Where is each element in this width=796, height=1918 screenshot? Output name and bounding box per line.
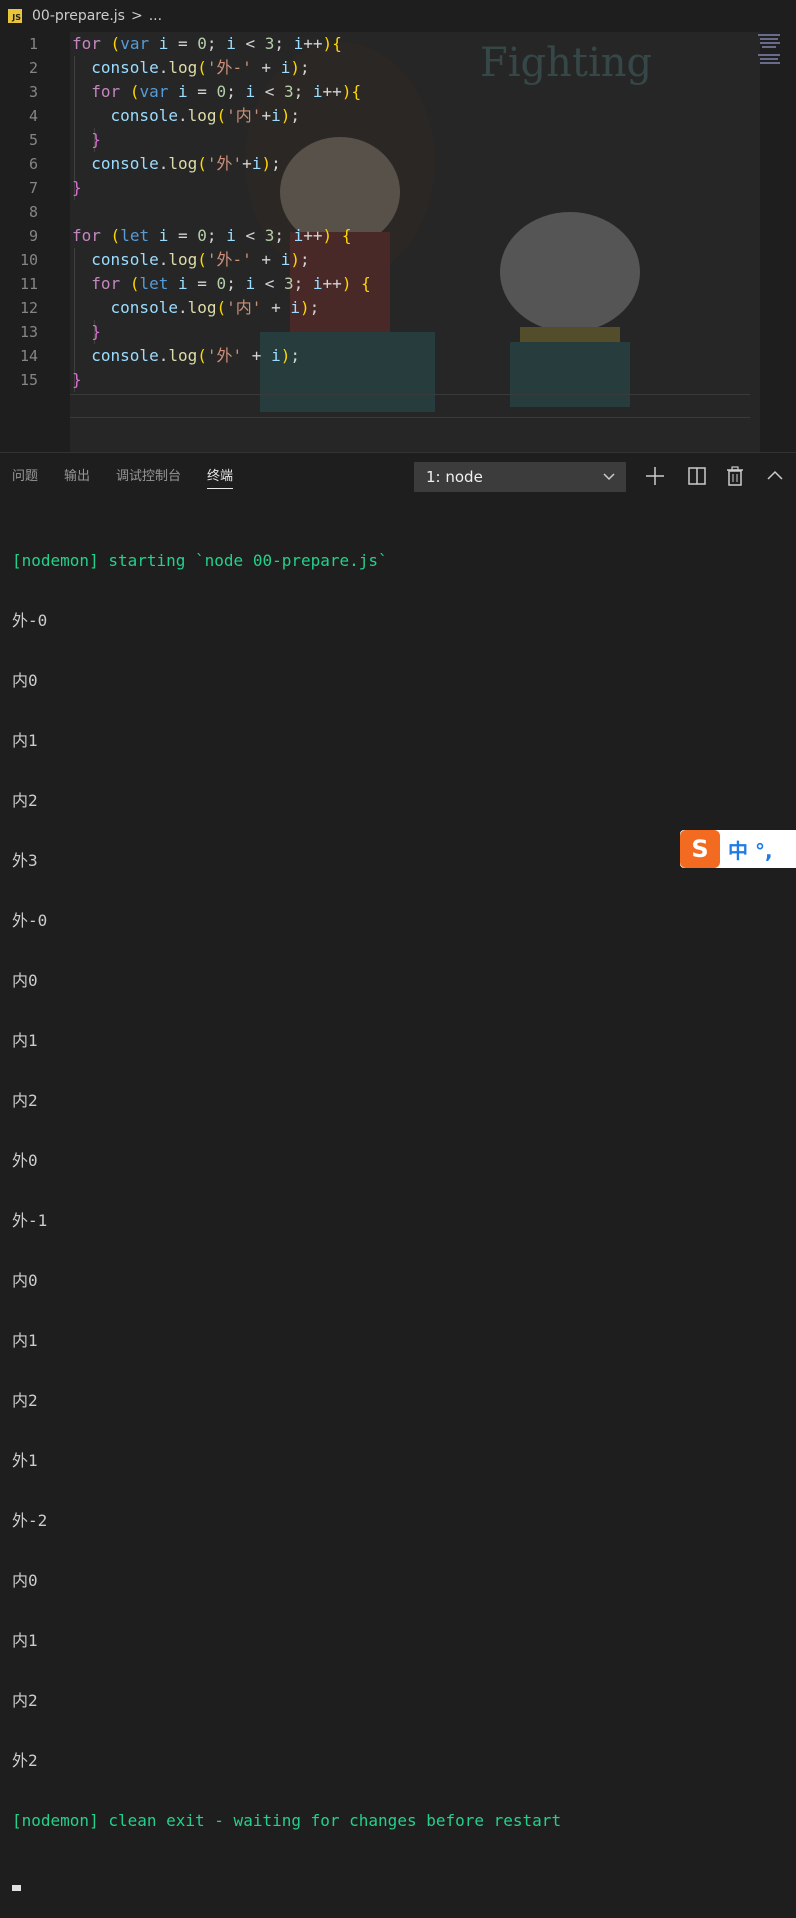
line-number: 13	[19, 323, 38, 341]
line-number: 15	[19, 371, 38, 389]
terminal-line: 外3	[12, 851, 38, 870]
line-number: 4	[28, 107, 38, 125]
terminal-line: 内1	[12, 1631, 38, 1650]
terminal-line: 外-0	[12, 611, 48, 630]
code-line: for (let i = 0; i < 3; i++) {	[91, 274, 371, 293]
trash-icon[interactable]	[722, 463, 748, 489]
chevron-down-icon	[603, 473, 615, 481]
code-line: }	[72, 370, 82, 389]
chevron-up-icon[interactable]	[762, 463, 788, 489]
code-line: for (var i = 0; i < 3; i++){	[91, 82, 362, 101]
javascript-file-icon: JS	[8, 9, 22, 23]
terminal-select[interactable]: 1: node	[414, 462, 626, 492]
breadcrumb-more[interactable]: ...	[149, 8, 162, 24]
line-number-gutter: 1 2 3 4 5 6 7 8 9 10 11 12 13 14 15	[0, 32, 70, 452]
terminal-line: 内2	[12, 1091, 38, 1110]
tab-problems[interactable]: 问题	[12, 466, 38, 488]
line-number: 12	[19, 299, 38, 317]
line-number: 11	[19, 275, 38, 293]
terminal-output[interactable]: [nodemon] starting `node 00-prepare.js` …	[12, 511, 792, 1918]
ime-toolbar[interactable]: S 中 °,	[680, 830, 796, 868]
minimap[interactable]	[758, 32, 788, 72]
code-line: }	[91, 130, 101, 149]
terminal-line: 内0	[12, 971, 38, 990]
terminal-line: 外-2	[12, 1511, 48, 1530]
tab-debug-console[interactable]: 调试控制台	[116, 466, 181, 488]
code-line: console.log('外-' + i);	[91, 58, 310, 77]
terminal-line: 内0	[12, 1571, 38, 1590]
ime-status[interactable]: 中 °,	[728, 835, 780, 864]
code-line: }	[72, 178, 82, 197]
code-line: console.log('外'+i);	[91, 154, 281, 173]
terminal-line: 内0	[12, 671, 38, 690]
terminal-line: 内0	[12, 1271, 38, 1290]
line-number: 5	[28, 131, 38, 149]
terminal-cursor	[12, 1885, 21, 1891]
code-line: for (let i = 0; i < 3; i++) {	[72, 226, 352, 245]
terminal-line: 外-1	[12, 1211, 48, 1230]
terminal-line: 内1	[12, 1331, 38, 1350]
line-number: 8	[28, 203, 38, 221]
terminal-line: 内1	[12, 1031, 38, 1050]
line-number: 3	[28, 83, 38, 101]
bottom-panel: 问题 输出 调试控制台 终端 1: node [nodemon] startin…	[0, 452, 796, 1891]
terminal-select-value: 1: node	[426, 468, 483, 486]
code-line: for (var i = 0; i < 3; i++){	[72, 34, 342, 53]
line-number: 6	[28, 155, 38, 173]
line-number: 7	[28, 179, 38, 197]
code-line: console.log('内' + i);	[110, 298, 320, 317]
tab-output[interactable]: 输出	[64, 466, 90, 488]
line-number: 9	[28, 227, 38, 245]
split-icon[interactable]	[684, 463, 710, 489]
code-line: }	[91, 322, 101, 341]
terminal-line: 外1	[12, 1451, 38, 1470]
terminal-line: 外2	[12, 1751, 38, 1770]
line-number: 10	[19, 251, 38, 269]
terminal-line: 外0	[12, 1151, 38, 1170]
terminal-cursor-line	[12, 1871, 792, 1891]
breadcrumb: JS 00-prepare.js > ...	[0, 0, 796, 32]
breadcrumb-filename[interactable]: 00-prepare.js	[32, 8, 125, 24]
terminal-line: 内2	[12, 1691, 38, 1710]
code-editor[interactable]: 1 2 3 4 5 6 7 8 9 10 11 12 13 14 15 Figh…	[0, 32, 796, 452]
line-number: 2	[28, 59, 38, 77]
code-line: console.log('内'+i);	[110, 106, 300, 125]
terminal-line: 内2	[12, 791, 38, 810]
terminal-line: [nodemon] clean exit - waiting for chang…	[12, 1811, 562, 1830]
line-number: 1	[28, 35, 38, 53]
code-line: console.log('外' + i);	[91, 346, 300, 365]
code-line: console.log('外-' + i);	[91, 250, 310, 269]
current-line-highlight	[70, 394, 750, 418]
plus-icon[interactable]	[642, 463, 668, 489]
terminal-line: [nodemon] starting `node 00-prepare.js`	[12, 551, 388, 570]
chevron-right-icon: >	[130, 8, 143, 24]
terminal-line: 内1	[12, 731, 38, 750]
panel-tabs: 问题 输出 调试控制台 终端	[0, 453, 247, 501]
line-number: 14	[19, 347, 38, 365]
tab-terminal[interactable]: 终端	[207, 466, 234, 489]
sogou-logo-icon[interactable]: S	[680, 830, 720, 868]
terminal-line: 外-0	[12, 911, 48, 930]
terminal-line: 内2	[12, 1391, 38, 1410]
